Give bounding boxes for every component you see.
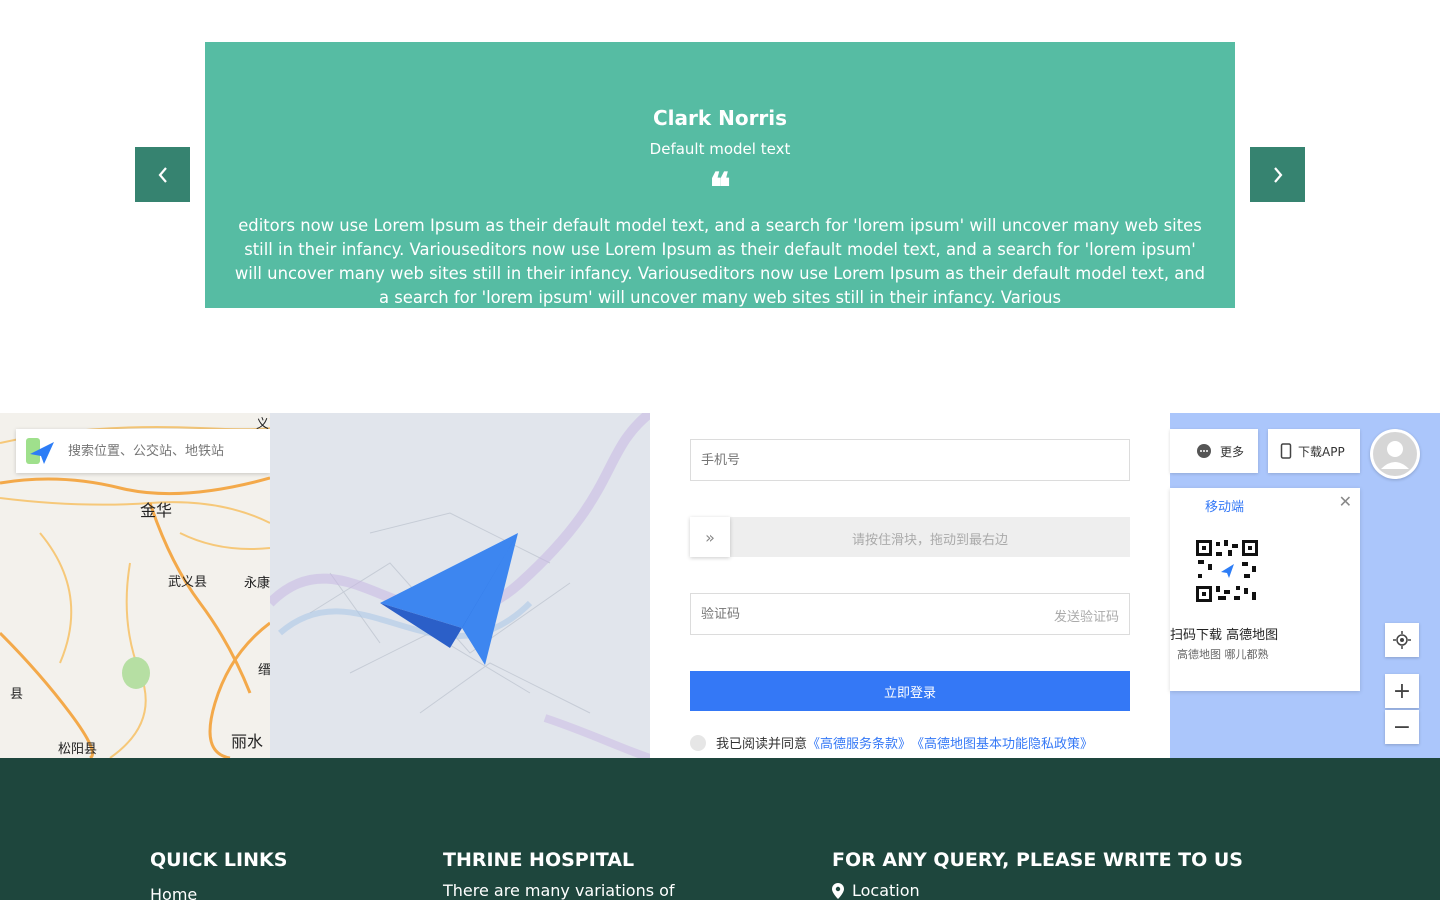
- footer-hospital-title: THRINE HOSPITAL: [443, 849, 635, 871]
- footer-location: Location: [832, 881, 920, 900]
- map-label: 县: [10, 687, 24, 702]
- agreement-checkbox[interactable]: [690, 734, 706, 751]
- map-label: 金华: [140, 501, 173, 520]
- more-label: 更多: [1220, 444, 1245, 459]
- map-label: 丽水: [231, 732, 264, 751]
- tab-mobile[interactable]: 移动端: [1205, 496, 1244, 515]
- testimonial-prev-button[interactable]: [135, 147, 190, 202]
- testimonial-role: Default model text: [649, 140, 791, 158]
- agreement-row: 我已阅读并同意 《高德服务条款》 《高德地图基本功能隐私政策》: [690, 733, 1093, 752]
- embedded-app-frame: 金华 武义县 永康 松阳县 丽水 县 义 缙 搜索位置、公交站、地铁站 手机号 …: [0, 413, 1440, 758]
- send-code-button[interactable]: 发送验证码: [1054, 606, 1119, 625]
- testimonial-next-button[interactable]: [1250, 147, 1305, 202]
- code-field[interactable]: 发送验证码: [690, 593, 1130, 635]
- double-chevron-right-icon: »: [705, 527, 715, 547]
- login-form: » 请按住滑块，拖动到最右边 发送验证码 立即登录 我已阅读并同意 《高德服务条…: [650, 413, 1170, 758]
- close-icon[interactable]: ✕: [1339, 492, 1352, 511]
- terms-link[interactable]: 《高德服务条款》: [807, 733, 911, 752]
- map-search-input[interactable]: [68, 443, 268, 459]
- footer-location-label: Location: [852, 881, 920, 900]
- login-submit-button[interactable]: 立即登录: [690, 671, 1130, 711]
- phone-input[interactable]: [701, 452, 1001, 468]
- code-input[interactable]: [701, 606, 1001, 622]
- chevron-right-icon: [1273, 166, 1282, 183]
- more-button[interactable]: 更多: [1170, 429, 1258, 473]
- slider-handle[interactable]: »: [690, 517, 730, 557]
- privacy-link[interactable]: 《高德地图基本功能隐私政策》: [911, 733, 1093, 752]
- login-hero-image: [270, 413, 650, 758]
- more-dots-icon: [1197, 444, 1211, 458]
- footer-query-title: FOR ANY QUERY, PLEASE WRITE TO US: [832, 849, 1243, 871]
- map-search-box[interactable]: [16, 429, 270, 473]
- testimonial-card: Clark Norris Default model text ❝ editor…: [205, 42, 1235, 308]
- testimonial-text: editors now use Lorem Ipsum as their def…: [234, 216, 1206, 307]
- map-label: 永康: [244, 576, 270, 591]
- user-icon: [1373, 432, 1417, 476]
- footer-quick-links-title: QUICK LINKS: [150, 849, 288, 871]
- zoom-in-button[interactable]: +: [1385, 674, 1419, 708]
- testimonial-name: Clark Norris: [652, 106, 788, 130]
- map-label: 松阳县: [58, 742, 98, 757]
- phone-icon: [1280, 443, 1292, 459]
- map-marker-icon: [832, 882, 844, 899]
- quote-icon: ❝: [709, 164, 731, 211]
- chevron-left-icon: [158, 166, 167, 183]
- slider-captcha[interactable]: » 请按住滑块，拖动到最右边: [690, 517, 1130, 557]
- download-app-button[interactable]: 下载APP: [1268, 429, 1360, 473]
- user-avatar[interactable]: [1370, 429, 1420, 479]
- paper-plane-illustration: [270, 413, 650, 758]
- footer-link-home[interactable]: Home: [150, 885, 197, 900]
- map-label: 武义县: [168, 575, 208, 590]
- amap-logo-icon: [26, 438, 54, 464]
- zoom-out-button[interactable]: −: [1385, 710, 1419, 744]
- phone-field[interactable]: [690, 439, 1130, 481]
- footer-hospital-text: There are many variations of: [443, 881, 675, 900]
- qr-download-panel: 移动端 ✕ 扫码下载 高德地图 高德地图 哪儿都熟: [1170, 488, 1360, 691]
- map-panel-left[interactable]: 金华 武义县 永康 松阳县 丽水 县 义 缙: [0, 413, 270, 758]
- locate-button[interactable]: [1385, 623, 1419, 657]
- locate-icon: [1393, 631, 1411, 649]
- site-footer: QUICK LINKS Home THRINE HOSPITAL There a…: [0, 758, 1440, 900]
- slider-hint: 请按住滑块，拖动到最右边: [851, 533, 1008, 548]
- qr-code-icon: [1194, 538, 1260, 604]
- qr-title: 扫码下载 高德地图: [1170, 628, 1279, 643]
- agreement-text: 我已阅读并同意: [716, 737, 808, 752]
- qr-subtitle: 高德地图 哪儿都熟: [1177, 648, 1269, 661]
- map-panel-right[interactable]: 更多 下载APP 移动端 ✕ 扫码下载 高德地图 高德地图 哪儿都熟 + −: [1170, 413, 1440, 758]
- download-label: 下载APP: [1298, 444, 1345, 459]
- map-label: 缙: [258, 663, 270, 678]
